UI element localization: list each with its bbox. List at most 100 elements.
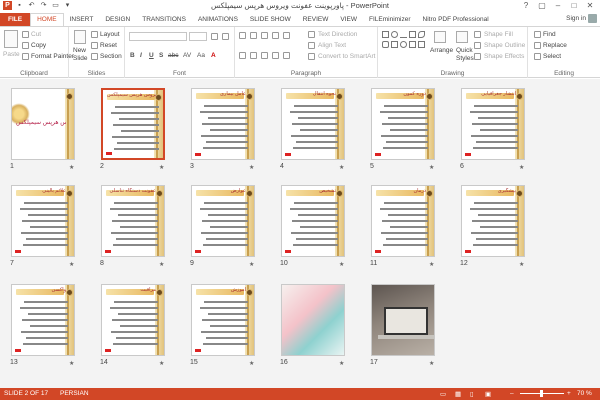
numbering-icon[interactable] — [250, 32, 257, 39]
justify-icon[interactable] — [272, 52, 279, 59]
transition-star-icon[interactable]: ★ — [429, 261, 434, 268]
align-right-icon[interactable] — [261, 52, 268, 59]
transition-star-icon[interactable]: ★ — [249, 261, 254, 268]
shape-rectangle-icon[interactable] — [382, 31, 389, 38]
new-slide-button[interactable]: New — [73, 47, 86, 54]
cut-button[interactable]: Cut — [31, 31, 41, 38]
section-button[interactable]: Section — [100, 53, 122, 60]
shape-fill-button[interactable]: Shape Fill — [484, 31, 513, 38]
align-text-icon[interactable] — [308, 42, 315, 49]
reading-view-icon[interactable]: ▯ — [470, 390, 474, 398]
character-spacing-button[interactable]: AV — [183, 52, 191, 59]
smartart-icon[interactable] — [308, 53, 315, 60]
slide-thumbnail[interactable] — [371, 284, 435, 356]
shape-line-icon[interactable] — [400, 31, 407, 38]
font-color-button[interactable]: A — [211, 52, 216, 59]
change-case-button[interactable]: Aa — [197, 52, 205, 59]
bullets-icon[interactable] — [239, 32, 246, 39]
shape-oval-icon[interactable] — [391, 31, 398, 38]
transition-star-icon[interactable]: ★ — [519, 164, 524, 171]
minimize-icon[interactable]: – — [550, 0, 566, 12]
columns-icon[interactable] — [283, 52, 290, 59]
tab-view[interactable]: VIEW — [334, 13, 363, 26]
convert-smartart-button[interactable]: Convert to SmartArt — [318, 53, 375, 60]
text-direction-button[interactable]: Text Direction — [318, 31, 357, 38]
slide-thumbnail[interactable]: عامل بیماری — [191, 88, 255, 160]
shape-curve-icon[interactable] — [400, 41, 407, 48]
transition-star-icon[interactable]: ★ — [429, 164, 434, 171]
cut-icon[interactable] — [22, 31, 29, 38]
slide-thumbnail[interactable]: آموزش — [191, 284, 255, 356]
shape-fill-icon[interactable] — [474, 31, 481, 38]
format-painter-icon[interactable] — [22, 53, 29, 60]
slide-thumbnail[interactable]: پیشگیری — [461, 185, 525, 257]
shape-textbox-icon[interactable] — [409, 31, 416, 38]
slide-thumbnail[interactable]: واکسن — [11, 284, 75, 356]
close-icon[interactable]: ✕ — [582, 0, 598, 12]
copy-icon[interactable] — [22, 42, 29, 49]
new-slide-button-line2[interactable]: Slide — [73, 55, 87, 62]
slide-thumbnail[interactable]: دوره کمون — [371, 88, 435, 160]
shape-star-icon[interactable] — [418, 41, 425, 48]
account-avatar-icon[interactable] — [588, 14, 597, 23]
normal-view-icon[interactable]: ▭ — [440, 390, 446, 398]
slideshow-view-icon[interactable]: ▣ — [485, 390, 491, 398]
zoom-slider-thumb[interactable] — [540, 390, 543, 397]
shape-arrow-icon[interactable] — [418, 31, 425, 38]
tab-home[interactable]: HOME — [30, 13, 64, 26]
underline-button[interactable]: U — [149, 52, 154, 59]
find-button[interactable]: Find — [543, 31, 556, 38]
replace-button[interactable]: Replace — [543, 42, 567, 49]
slide-thumbnail[interactable]: عوارض — [191, 185, 255, 257]
paste-icon[interactable] — [4, 30, 18, 48]
quick-styles-button[interactable]: Quick — [456, 47, 473, 54]
layout-icon[interactable] — [91, 31, 98, 38]
align-center-icon[interactable] — [250, 52, 257, 59]
tab-review[interactable]: REVIEW — [297, 13, 335, 26]
italic-button[interactable]: I — [140, 52, 142, 59]
slide-thumbnail[interactable]: تشخیص — [281, 185, 345, 257]
line-spacing-icon[interactable] — [283, 32, 290, 39]
slide-thumbnail[interactable]: عفونت ویروس هرپس سیمپلکس — [11, 88, 75, 160]
sign-in-link[interactable]: Sign in — [566, 15, 586, 22]
shape-triangle-icon[interactable] — [391, 41, 398, 48]
align-text-button[interactable]: Align Text — [318, 42, 346, 49]
language-status[interactable]: PERSIAN — [60, 390, 89, 397]
transition-star-icon[interactable]: ★ — [249, 360, 254, 367]
maximize-icon[interactable]: □ — [566, 0, 582, 12]
tab-fileminimizer[interactable]: FILEminimizer — [363, 13, 417, 26]
slide-thumbnail[interactable]: درمان — [371, 185, 435, 257]
slide-thumbnail[interactable] — [281, 284, 345, 356]
arrange-icon[interactable] — [434, 31, 446, 43]
transition-star-icon[interactable]: ★ — [69, 360, 74, 367]
slide-thumbnail[interactable]: مراقبت — [101, 284, 165, 356]
layout-button[interactable]: Layout — [100, 31, 120, 38]
tab-file[interactable]: FILE — [0, 13, 31, 26]
tab-transitions[interactable]: TRANSITIONS — [136, 13, 192, 26]
paste-button[interactable]: Paste — [3, 51, 20, 58]
reset-button[interactable]: Reset — [100, 42, 117, 49]
slide-thumbnail[interactable]: تاریخچه ویروس هرپس سیمپلکس — [101, 88, 165, 160]
shape-effects-icon[interactable] — [474, 53, 481, 60]
zoom-level[interactable]: 70 % — [577, 390, 592, 397]
font-size-field[interactable] — [189, 32, 207, 41]
strikethrough-button[interactable]: abc — [168, 52, 178, 59]
text-direction-icon[interactable] — [308, 31, 315, 38]
quick-styles-icon[interactable] — [456, 31, 468, 43]
shape-effects-button[interactable]: Shape Effects — [484, 53, 524, 60]
ribbon-display-icon[interactable]: ▢ — [534, 0, 550, 12]
font-name-field[interactable] — [129, 32, 187, 41]
find-icon[interactable] — [534, 31, 541, 38]
shape-callout-icon[interactable] — [409, 41, 416, 48]
select-button[interactable]: Select — [543, 53, 561, 60]
tab-design[interactable]: DESIGN — [99, 13, 136, 26]
tab-slide-show[interactable]: SLIDE SHOW — [244, 13, 297, 26]
zoom-out-icon[interactable]: – — [510, 390, 514, 397]
transition-star-icon[interactable]: ★ — [159, 164, 164, 171]
decrease-indent-icon[interactable] — [261, 32, 268, 39]
transition-star-icon[interactable]: ★ — [339, 261, 344, 268]
select-icon[interactable] — [534, 53, 541, 60]
replace-icon[interactable] — [534, 42, 541, 49]
transition-star-icon[interactable]: ★ — [249, 164, 254, 171]
transition-star-icon[interactable]: ★ — [69, 261, 74, 268]
